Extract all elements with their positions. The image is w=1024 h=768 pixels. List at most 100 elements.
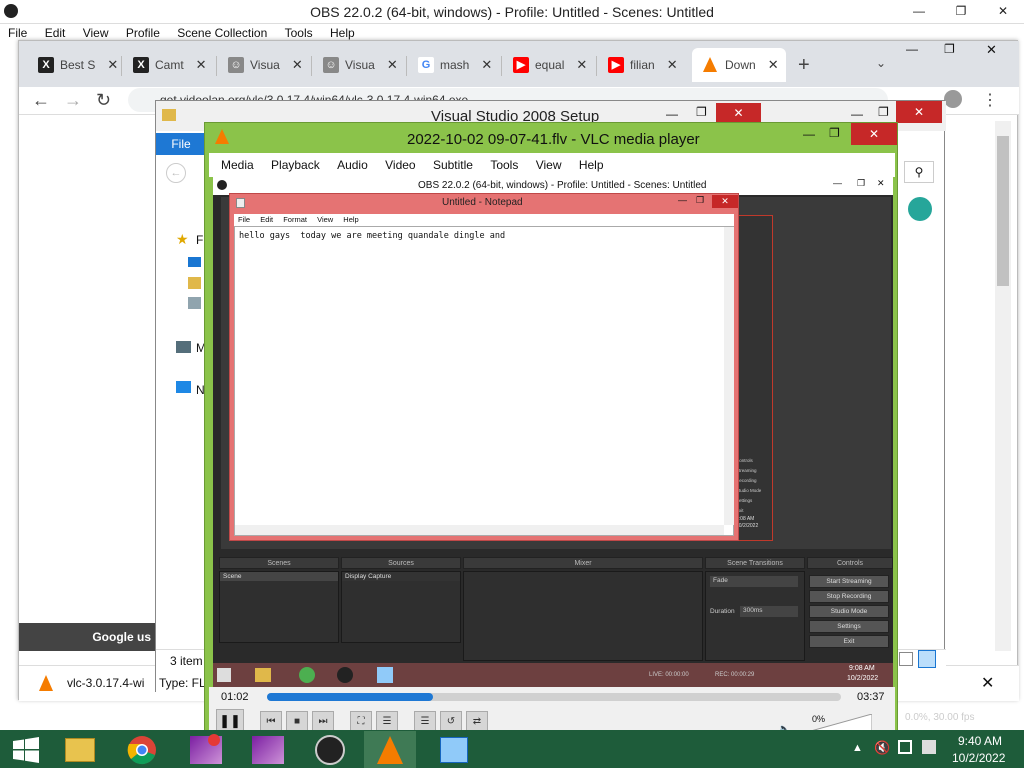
- download-filename[interactable]: vlc-3.0.17.4-wi: [67, 676, 144, 690]
- vlc-shuffle-button[interactable]: ⇄: [466, 711, 488, 731]
- vlc-menu-audio[interactable]: Audio: [337, 158, 368, 172]
- vlc-menu-subtitle[interactable]: Subtitle: [433, 158, 473, 172]
- chrome-scroll-thumb[interactable]: [997, 136, 1009, 286]
- vs-file-tab[interactable]: File: [156, 133, 206, 155]
- tab-close-icon[interactable]: ✕: [107, 57, 118, 73]
- reload-button[interactable]: ↻: [96, 90, 111, 111]
- back-button[interactable]: ←: [32, 90, 50, 111]
- details-view-icon[interactable]: [899, 652, 913, 666]
- chrome-tab-2[interactable]: X Camt ✕: [133, 50, 207, 80]
- vlc-menu-media[interactable]: Media: [221, 158, 254, 172]
- taskbar-setup[interactable]: [428, 731, 480, 768]
- vlc-seek-bar[interactable]: [267, 693, 841, 701]
- clock-time[interactable]: 9:40 AM: [958, 734, 1002, 748]
- obs-menu-tools[interactable]: Tools: [285, 26, 313, 40]
- notepad-hscrollbar[interactable]: [235, 525, 724, 535]
- chrome-tab-7[interactable]: ▶ filian ✕: [608, 50, 678, 80]
- vs-close-button[interactable]: ✕: [716, 103, 761, 123]
- taskbar-app-4[interactable]: [242, 731, 294, 768]
- notepad-menu-view[interactable]: View: [317, 215, 333, 224]
- vlc-stop-button[interactable]: ■: [286, 711, 308, 731]
- notepad-minimize-button[interactable]: —: [678, 195, 687, 205]
- tab-search-chevron-icon[interactable]: ⌄: [876, 56, 886, 70]
- obs-maximize-button[interactable]: ❐: [946, 0, 976, 22]
- taskbar-explorer[interactable]: [54, 731, 106, 768]
- chrome-side-scrollbar[interactable]: [995, 121, 1011, 651]
- vlc-menu-view[interactable]: View: [536, 158, 562, 172]
- chrome-tab-6[interactable]: ▶ equal ✕: [513, 50, 587, 80]
- vlc-menu-help[interactable]: Help: [579, 158, 604, 172]
- obs-menu-edit[interactable]: Edit: [45, 26, 66, 40]
- obs-menu-profile[interactable]: Profile: [126, 26, 160, 40]
- obs-minimize-button[interactable]: —: [904, 0, 934, 22]
- obs-menu-file[interactable]: File: [8, 26, 27, 40]
- notepad-menu-help[interactable]: Help: [343, 215, 358, 224]
- vlc-time-total: 03:37: [857, 691, 885, 703]
- vlc-extended-settings-button[interactable]: ☰: [376, 711, 398, 731]
- vlc-menu-playback[interactable]: Playback: [271, 158, 320, 172]
- notepad-text-area[interactable]: hello gays today we are meeting quandale…: [234, 226, 734, 536]
- vlc-minimize-button[interactable]: —: [803, 127, 815, 141]
- vs-maximize-button[interactable]: ❐: [696, 105, 707, 119]
- clock-date[interactable]: 10/2/2022: [952, 751, 1005, 765]
- vs-search-icon[interactable]: ⚲: [904, 161, 934, 183]
- vlc-playlist-button[interactable]: ☰: [414, 711, 436, 731]
- new-tab-button[interactable]: +: [798, 54, 810, 77]
- chrome-minimize-button[interactable]: —: [906, 42, 918, 56]
- vs-back-icon[interactable]: ←: [166, 163, 186, 183]
- forward-button[interactable]: →: [64, 90, 82, 111]
- chrome-menu-icon[interactable]: ⋮: [982, 90, 998, 110]
- tray-flag-icon[interactable]: [922, 740, 936, 754]
- chrome-maximize-button[interactable]: ❐: [944, 42, 955, 56]
- start-button[interactable]: [0, 731, 52, 768]
- vlc-menu-video[interactable]: Video: [385, 158, 415, 172]
- vlc-menu-tools[interactable]: Tools: [490, 158, 518, 172]
- vs-right-maximize-button[interactable]: ❐: [878, 105, 889, 119]
- obs-menu-help[interactable]: Help: [330, 26, 355, 40]
- vs-right-close-button[interactable]: ✕: [896, 101, 942, 123]
- tab-close-icon[interactable]: ✕: [387, 57, 398, 73]
- profile-avatar[interactable]: [944, 90, 962, 108]
- chrome-tab-4[interactable]: ☺ Visua ✕: [323, 50, 398, 80]
- notepad-menu-file[interactable]: File: [238, 215, 250, 224]
- notepad-menu-edit[interactable]: Edit: [260, 215, 273, 224]
- chrome-close-button[interactable]: ✕: [986, 42, 997, 58]
- notepad-maximize-button[interactable]: ❐: [696, 195, 704, 206]
- vlc-fullscreen-button[interactable]: ⛶: [350, 711, 372, 731]
- chrome-tab-1[interactable]: X Best S ✕: [38, 50, 118, 80]
- tray-volume-muted-icon[interactable]: 🔇: [874, 740, 890, 756]
- tab-close-icon[interactable]: ✕: [196, 57, 207, 73]
- tab-close-icon[interactable]: ✕: [667, 57, 678, 73]
- tab-close-icon[interactable]: ✕: [768, 57, 779, 73]
- vlc-close-button[interactable]: ✕: [851, 123, 897, 145]
- taskbar-app-4-red[interactable]: [180, 731, 232, 768]
- vlc-maximize-button[interactable]: ❐: [829, 126, 840, 140]
- chrome-tab-8[interactable]: Down ✕: [703, 50, 779, 80]
- taskbar-chrome[interactable]: [116, 731, 168, 768]
- notepad-close-button[interactable]: ✕: [712, 195, 738, 208]
- taskbar-obs[interactable]: [304, 731, 356, 768]
- vlc-video-area[interactable]: OBS 22.0.2 (64-bit, windows) - Profile: …: [213, 177, 893, 687]
- tab-close-icon[interactable]: ✕: [292, 57, 303, 73]
- vs-minimize-button[interactable]: —: [666, 107, 678, 121]
- vs-items-count: 3 item: [170, 654, 203, 668]
- vs-right-minimize-button[interactable]: —: [851, 107, 863, 121]
- large-icons-view-icon[interactable]: [918, 650, 936, 668]
- chrome-tab-3[interactable]: ☺ Visua ✕: [228, 50, 303, 80]
- vlc-prev-button[interactable]: ⏮: [260, 711, 282, 731]
- chrome-tab-5[interactable]: Gmash ✕: [418, 50, 492, 80]
- download-bar-close-icon[interactable]: ✕: [981, 673, 994, 693]
- vs-nav-favorites[interactable]: F: [196, 233, 203, 247]
- obs-menu-view[interactable]: View: [83, 26, 109, 40]
- obs-menu-scene-collection[interactable]: Scene Collection: [177, 26, 267, 40]
- notepad-menu-format[interactable]: Format: [283, 215, 307, 224]
- taskbar-vlc[interactable]: [364, 731, 416, 768]
- tab-close-icon[interactable]: ✕: [576, 57, 587, 73]
- obs-close-button[interactable]: ✕: [988, 0, 1018, 22]
- vlc-loop-button[interactable]: ↺: [440, 711, 462, 731]
- vlc-next-button[interactable]: ⏭: [312, 711, 334, 731]
- tray-chevron-icon[interactable]: ▲: [852, 742, 863, 754]
- notepad-vscrollbar[interactable]: [724, 227, 734, 525]
- tab-close-icon[interactable]: ✕: [481, 57, 492, 73]
- tray-network-icon[interactable]: [898, 740, 912, 754]
